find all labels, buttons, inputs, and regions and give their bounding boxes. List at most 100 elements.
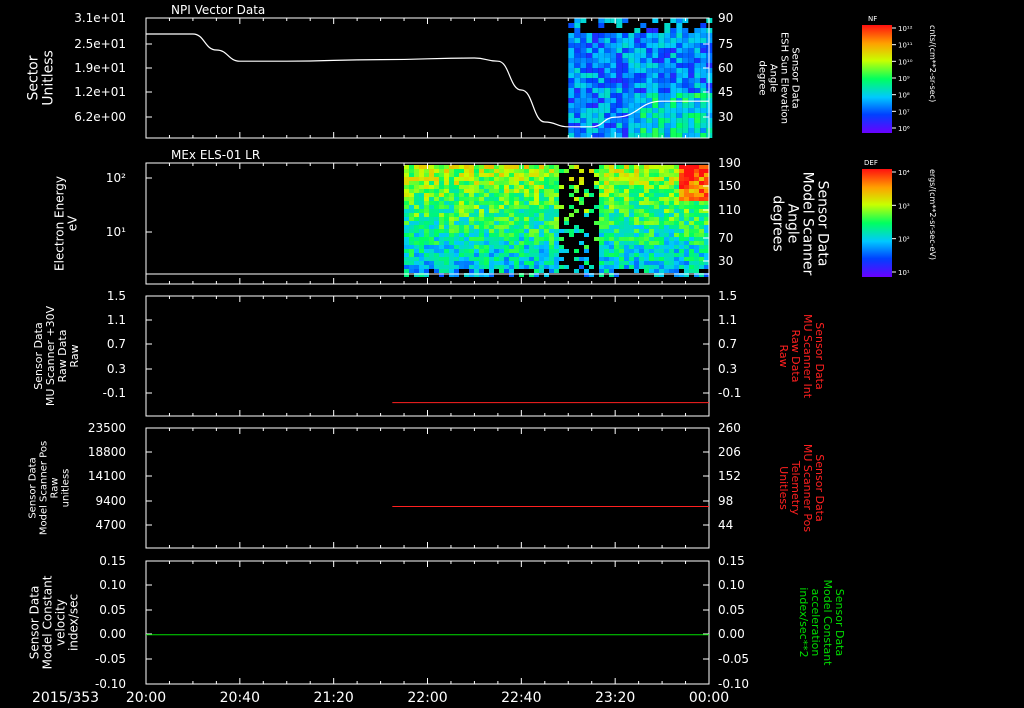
y2-tick-label: 90 [718, 11, 733, 25]
panel-1: NPI Vector Data3.1e+012.5e+011.9e+011.2e… [26, 3, 801, 139]
spectrogram-cell [694, 28, 701, 33]
spectrogram-cell [489, 197, 494, 201]
spectrogram-cell [644, 173, 649, 177]
spectrogram-cell [429, 213, 434, 217]
spectrogram-cell [499, 185, 504, 189]
spectrogram-cell [439, 269, 444, 273]
spectrogram-cell [676, 133, 683, 138]
spectrogram-cell [592, 98, 599, 103]
spectrogram-cell [674, 241, 679, 245]
spectrogram-cell [469, 257, 474, 261]
spectrogram-cell [499, 173, 504, 177]
spectrogram-cell [699, 217, 704, 221]
spectrogram-cell [628, 58, 635, 63]
spectrogram-cell [544, 261, 549, 265]
spectrogram-cell [459, 205, 464, 209]
spectrogram-cell [584, 269, 589, 273]
spectrogram-cell [622, 128, 629, 133]
y2-tick-label: 1.1 [718, 313, 737, 327]
spectrogram-cell [694, 217, 699, 221]
spectrogram-cell [449, 193, 454, 197]
spectrogram-cell [679, 233, 684, 237]
spectrogram-cell [489, 253, 494, 257]
spectrogram-cell [549, 237, 554, 241]
spectrogram-cell [439, 261, 444, 265]
spectrogram-cell [664, 83, 671, 88]
spectrogram-cell [619, 245, 624, 249]
spectrogram-cell [524, 165, 529, 169]
spectrogram-cell [584, 257, 589, 261]
spectrogram-cell [689, 165, 694, 169]
spectrogram-cell [699, 221, 704, 225]
spectrogram-cell [704, 241, 709, 245]
spectrogram-cell [658, 83, 665, 88]
spectrogram-cell [610, 103, 617, 108]
spectrogram-cell [684, 193, 689, 197]
spectrogram-cell [609, 177, 614, 181]
spectrogram-cell [704, 229, 709, 233]
spectrogram-cell [664, 177, 669, 181]
spectrogram-cell [674, 169, 679, 173]
spectrogram-cell [509, 253, 514, 257]
spectrogram-cell [694, 98, 701, 103]
spectrogram-cell [639, 249, 644, 253]
spectrogram-cell [599, 197, 604, 201]
spectrogram-cell [419, 197, 424, 201]
spectrogram-cell [609, 217, 614, 221]
spectrogram-cell [640, 88, 647, 93]
spectrogram-cell [624, 217, 629, 221]
spectrogram-cell [534, 213, 539, 217]
spectrogram-cell [614, 217, 619, 221]
y2-axis-label-line: Angle [768, 64, 779, 92]
spectrogram-cell [594, 237, 599, 241]
spectrogram-cell [628, 63, 635, 68]
y2-tick-label: 206 [718, 445, 741, 459]
spectrogram-cell [554, 193, 559, 197]
spectrogram-cell [464, 177, 469, 181]
spectrogram-cell [429, 177, 434, 181]
spectrogram-cell [669, 217, 674, 221]
spectrogram-cell [509, 169, 514, 173]
spectrogram-cell [434, 269, 439, 273]
spectrogram-cell [599, 257, 604, 261]
spectrogram-cell [479, 177, 484, 181]
spectrogram-cell [629, 261, 634, 265]
spectrogram-cell [646, 113, 653, 118]
spectrogram-cell [414, 245, 419, 249]
nf-colorbar-ticks: 10¹²10¹¹10¹⁰10⁹10⁸10⁷10⁶ [892, 25, 913, 133]
spectrogram-cell [614, 261, 619, 265]
spectrogram-cell [610, 83, 617, 88]
spectrogram-cell [524, 197, 529, 201]
spectrogram-cell [504, 197, 509, 201]
spectrogram-cell [688, 68, 695, 73]
spectrogram-cell [449, 217, 454, 221]
spectrogram-cell [639, 253, 644, 257]
spectrogram-cell [489, 237, 494, 241]
y-tick-label: -0.05 [95, 652, 126, 666]
spectrogram-cell [449, 209, 454, 213]
spectrogram-cell [669, 201, 674, 205]
y-tick-label: 0.05 [99, 603, 126, 617]
spectrogram-cell [674, 217, 679, 221]
spectrogram-cell [434, 209, 439, 213]
spectrogram-cell [414, 233, 419, 237]
spectrogram-cell [646, 118, 653, 123]
spectrogram-cell [654, 193, 659, 197]
spectrogram-cell [409, 205, 414, 209]
y2-tick-label: 0.05 [718, 603, 745, 617]
spectrogram-cell [676, 93, 683, 98]
spectrogram-cell [484, 249, 489, 253]
spectrogram-cell [580, 113, 587, 118]
spectrogram-cell [469, 201, 474, 205]
spectrogram-cell [619, 197, 624, 201]
spectrogram-cell [544, 237, 549, 241]
spectrogram-cell [514, 249, 519, 253]
spectrogram-cell [654, 189, 659, 193]
spectrogram-cell [624, 257, 629, 261]
spectrogram-cell [444, 257, 449, 261]
panel-frame-3 [145, 295, 710, 417]
spectrogram-cell [474, 269, 479, 273]
spectrogram-cell [634, 261, 639, 265]
spectrogram-cell [679, 185, 684, 189]
spectrogram-cell [439, 213, 444, 217]
